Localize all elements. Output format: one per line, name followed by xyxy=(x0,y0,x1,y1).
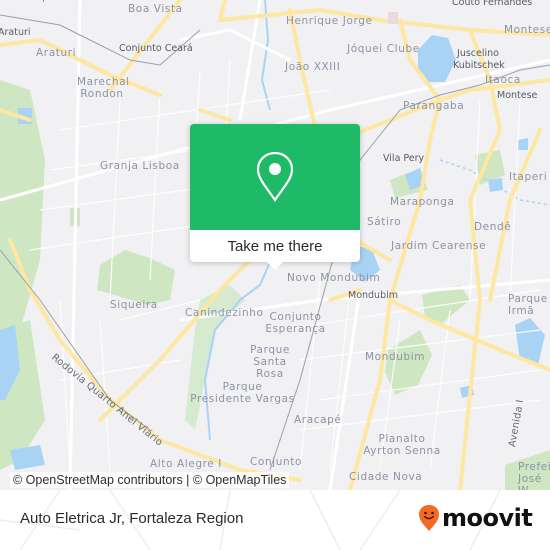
building-area xyxy=(388,12,398,24)
footer-bar: Auto Eletrica Jr, Fortaleza Region moovi… xyxy=(0,490,550,550)
neighborhood-label: Parque Presidente Vargas xyxy=(190,381,295,405)
neighborhood-label: Maraponga xyxy=(390,196,455,208)
neighborhood-label: Cidade Nova xyxy=(349,471,423,483)
lake xyxy=(518,138,528,150)
neighborhood-label: Parque Irmã xyxy=(508,293,548,317)
popup-header xyxy=(190,124,360,230)
neighborhood-label: Sátiro xyxy=(367,216,402,228)
neighborhood-label: Granja Lisboa xyxy=(100,160,180,172)
neighborhood-label: Montese xyxy=(504,24,550,36)
moovit-pin-icon xyxy=(419,505,439,531)
neighborhood-label: Dendê xyxy=(474,221,512,233)
neighborhood-label: Parangaba xyxy=(403,100,465,112)
poi-label: Montese xyxy=(497,90,538,101)
neighborhood-label: Parque Santa Rosa xyxy=(250,344,290,380)
take-me-there-button[interactable]: Take me there xyxy=(190,230,360,262)
poi-label: Juscelino Kubitschek xyxy=(453,48,505,71)
neighborhood-label: Novo Mondubim xyxy=(287,272,381,284)
neighborhood-label: Aracapé xyxy=(294,414,342,426)
poi-label: Mondubim xyxy=(348,290,399,301)
neighborhood-label: Conjunto Esperança xyxy=(265,311,326,335)
neighborhood-label: Itaperi xyxy=(509,171,548,183)
neighborhood-label: Canindezinho xyxy=(185,307,264,319)
neighborhood-label: Jóquei Clube xyxy=(347,43,420,55)
park-area xyxy=(97,250,175,305)
location-popup: Take me there xyxy=(190,124,360,270)
poi-label: Vila Pery xyxy=(383,153,425,164)
neighborhood-label: Araturi xyxy=(36,47,77,59)
popup-pointer xyxy=(267,262,283,270)
map-pin-icon xyxy=(256,151,294,202)
neighborhood-label: Henrique Jorge xyxy=(286,15,373,27)
neighborhood-label: Planalto Ayrton Senna xyxy=(363,433,441,457)
moovit-logo[interactable]: moovit xyxy=(418,504,533,532)
neighborhood-label: Itaoca xyxy=(485,74,521,86)
poi-label: Couto Fernandes xyxy=(452,0,533,8)
neighborhood-label: Prefeito José W xyxy=(518,461,550,490)
neighborhood-label: Mondubim xyxy=(365,351,426,363)
neighborhood-label: Jardim Cearense xyxy=(391,240,487,252)
poi-label: Araturi xyxy=(0,27,31,38)
place-title: Auto Eletrica Jr, Fortaleza Region xyxy=(20,510,244,527)
map-attribution[interactable]: © OpenStreetMap contributors | © OpenMap… xyxy=(10,472,290,488)
poi-label: Conjunto Ceará xyxy=(119,43,193,54)
neighborhood-label: João XXIII xyxy=(285,61,341,73)
neighborhood-label: Siqueira xyxy=(110,299,158,311)
neighborhood-label: Conjunto xyxy=(250,456,302,468)
neighborhood-label: Parque Potira xyxy=(20,0,98,3)
moovit-wordmark: moovit xyxy=(442,504,533,532)
map-view[interactable]: Boa Vista Araturi Marechal Rondon Granja… xyxy=(0,0,550,490)
neighborhood-label: Boa Vista xyxy=(128,3,183,15)
neighborhood-label: Alto Alegre I xyxy=(150,458,222,470)
neighborhood-label: Marechal Rondon xyxy=(77,76,130,100)
